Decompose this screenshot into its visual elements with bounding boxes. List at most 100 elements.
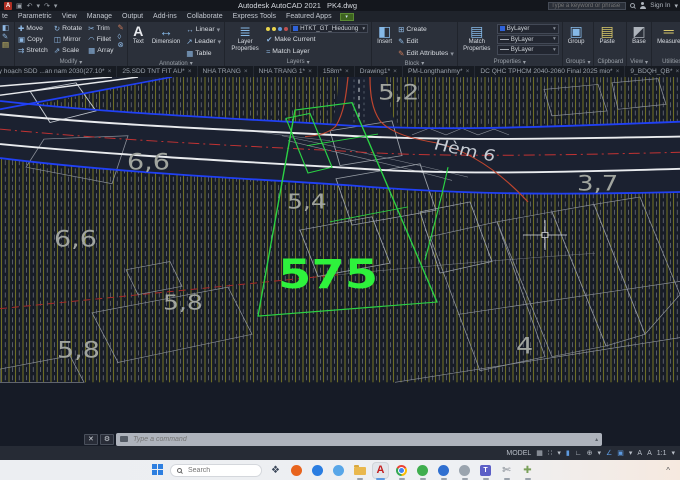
array-button[interactable]: ▦ Array	[88, 45, 113, 56]
edge-icon[interactable]	[310, 463, 325, 478]
object-snap-icon[interactable]: ▣	[617, 450, 624, 457]
snip-icon[interactable]: ✄	[499, 463, 514, 480]
object-snap-tracking-icon[interactable]: ∠	[606, 450, 612, 457]
close-icon[interactable]: ×	[393, 68, 397, 75]
close-icon[interactable]: ×	[108, 68, 112, 75]
pin-icon[interactable]: ✚	[520, 463, 535, 480]
undo-dropdown-icon[interactable]: ▾	[37, 2, 41, 10]
leader-button[interactable]: ↗ Leader ▾	[186, 36, 221, 47]
autocad-icon[interactable]: A	[373, 462, 388, 480]
annotation-visibility-icon[interactable]: A	[637, 450, 642, 457]
clipboard-panel-label[interactable]: Clipboard	[597, 57, 623, 66]
layer-color-icon[interactable]	[284, 26, 289, 31]
redo-icon[interactable]: ↷	[44, 2, 50, 10]
dynamic-input-icon[interactable]: ▮	[566, 450, 570, 457]
file-tab[interactable]: 158m* ×	[318, 66, 355, 77]
draw-icon[interactable]: ◧	[2, 24, 11, 32]
polar-tracking-icon[interactable]: ⊕	[587, 450, 593, 457]
annotation-panel-label[interactable]: Annotation ▾	[131, 59, 221, 67]
file-tab[interactable]: NHA TRANG 1* ×	[254, 66, 318, 77]
file-tab[interactable]: DC QHC TPHCM 2040-2060 Final 2025 mio* ×	[475, 66, 626, 77]
start-button[interactable]	[152, 464, 164, 476]
close-icon[interactable]: ×	[616, 68, 620, 75]
copy-button[interactable]: ▣ Copy	[18, 34, 48, 45]
command-expand-icon[interactable]: ▴	[595, 436, 598, 443]
app-icon[interactable]: A	[4, 1, 12, 10]
insert-button[interactable]: ◧ Insert	[375, 23, 394, 46]
task-view-icon[interactable]: ❖	[268, 463, 283, 478]
table-button[interactable]: ▦ Table	[186, 48, 221, 59]
explode-icon[interactable]: ◊	[118, 32, 124, 41]
save-icon[interactable]: ▣	[16, 2, 23, 10]
offset-icon[interactable]: ⊗	[118, 41, 124, 49]
grid-display-icon[interactable]: ▦	[536, 450, 543, 457]
layer-lock-icon[interactable]	[278, 26, 283, 31]
ribbon-tab[interactable]: Express Tools	[228, 11, 281, 22]
user-icon[interactable]	[639, 2, 646, 9]
match-properties-button[interactable]: ▤ Match Properties	[461, 23, 493, 52]
file-tab[interactable]: 9_BDQH_QB* ×	[625, 66, 680, 77]
file-tab[interactable]: NHA TRANG ×	[198, 66, 254, 77]
create-block-button[interactable]: ⊞ Create	[398, 24, 454, 35]
model-button[interactable]: MODEL	[506, 450, 531, 457]
chrome-icon[interactable]	[394, 463, 409, 480]
lineweight-dropdown[interactable]: ByLayer ▾	[496, 34, 559, 44]
dimension-button[interactable]: ↔ Dimension	[150, 23, 182, 46]
hatch-icon[interactable]: ▤	[2, 41, 11, 49]
mirror-button[interactable]: ◫ Mirror	[54, 34, 82, 45]
measure-button[interactable]: ═ Measure	[655, 23, 680, 46]
view-panel-label[interactable]: View ▾	[630, 57, 648, 66]
ortho-icon[interactable]: ∟	[575, 450, 582, 457]
annotation-scale-button[interactable]: 1:1	[657, 450, 667, 457]
layers-panel-label[interactable]: Layers ▾	[228, 57, 368, 66]
utilities-panel-label[interactable]: Utilities▾	[655, 57, 680, 66]
scale-dropdown-icon[interactable]: ▾	[671, 450, 675, 457]
globe-app-icon[interactable]	[436, 463, 451, 480]
fillet-button[interactable]: ◠ Fillet	[88, 34, 113, 45]
teams-icon[interactable]: T	[478, 463, 493, 480]
taskbar-search-input[interactable]	[186, 465, 246, 475]
text-button[interactable]: A Text	[131, 23, 146, 46]
app-green-icon[interactable]	[415, 463, 430, 480]
edit-attributes-button[interactable]: ✎ Edit Attributes ▾	[398, 48, 454, 59]
move-button[interactable]: ✚ Move	[18, 23, 48, 34]
linear-button[interactable]: ↔ Linear ▾	[186, 24, 221, 35]
modify-panel-label[interactable]: Modify ▾	[18, 57, 124, 66]
firefox-icon[interactable]	[289, 463, 304, 478]
trim-button[interactable]: ✂ Trim	[88, 23, 113, 34]
file-tab[interactable]: PM-Longthanhmy* ×	[403, 66, 476, 77]
ribbon-tab[interactable]: Manage	[82, 11, 117, 22]
close-icon[interactable]: ×	[676, 68, 680, 75]
workspace-icon[interactable]: ▾	[339, 12, 354, 21]
apps-dropdown-icon[interactable]: ▾	[674, 2, 678, 10]
snap-dropdown-icon[interactable]: ▾	[557, 450, 561, 457]
annotation-autoscale-icon[interactable]: A	[647, 450, 652, 457]
stretch-button[interactable]: ⇉ Stretch	[18, 45, 48, 56]
sign-in-button[interactable]: Sign In	[650, 2, 670, 9]
ribbon-tab[interactable]: Output	[117, 11, 148, 22]
close-icon[interactable]: ×	[466, 68, 470, 75]
color-dropdown[interactable]: ByLayer ▾	[496, 24, 559, 34]
tray-expand-icon[interactable]: ^	[666, 466, 670, 475]
layer-properties-button[interactable]: ≣ Layer Properties	[228, 23, 262, 52]
file-tab[interactable]: uy hoạch SDD ...an nam 2030(27.10* ×	[0, 66, 118, 77]
search-icon[interactable]	[630, 3, 636, 8]
close-icon[interactable]: ×	[308, 68, 312, 75]
help-search-input[interactable]	[548, 1, 627, 10]
layer-dropdown[interactable]: HTKT_GT_Hieduong ▾	[290, 23, 369, 34]
edit-block-button[interactable]: ✎ Edit	[398, 36, 454, 47]
paste-button[interactable]: ▤ Paste	[597, 23, 616, 46]
undo-icon[interactable]: ↶	[27, 2, 33, 10]
scale-button[interactable]: ⇗ Scale	[54, 45, 82, 56]
ribbon-tab[interactable]: Collaborate	[182, 11, 228, 22]
layer-freeze-icon[interactable]	[272, 26, 277, 31]
command-customize-icon[interactable]: ⚙	[99, 433, 115, 445]
ribbon-tab[interactable]: View	[57, 11, 82, 22]
file-tab[interactable]: 25.SDD TNT FIT AU* ×	[117, 66, 198, 77]
taskbar-search[interactable]	[170, 463, 262, 477]
ribbon-tab[interactable]: te	[0, 11, 13, 22]
pencil-icon[interactable]: ✎	[2, 32, 11, 41]
group-button[interactable]: ▣ Group	[566, 23, 587, 46]
ribbon-tab[interactable]: Parametric	[13, 11, 57, 22]
drawing-viewport[interactable]: 5,2Hèm 66,63,75,46,65755,85,8 4	[0, 77, 680, 446]
